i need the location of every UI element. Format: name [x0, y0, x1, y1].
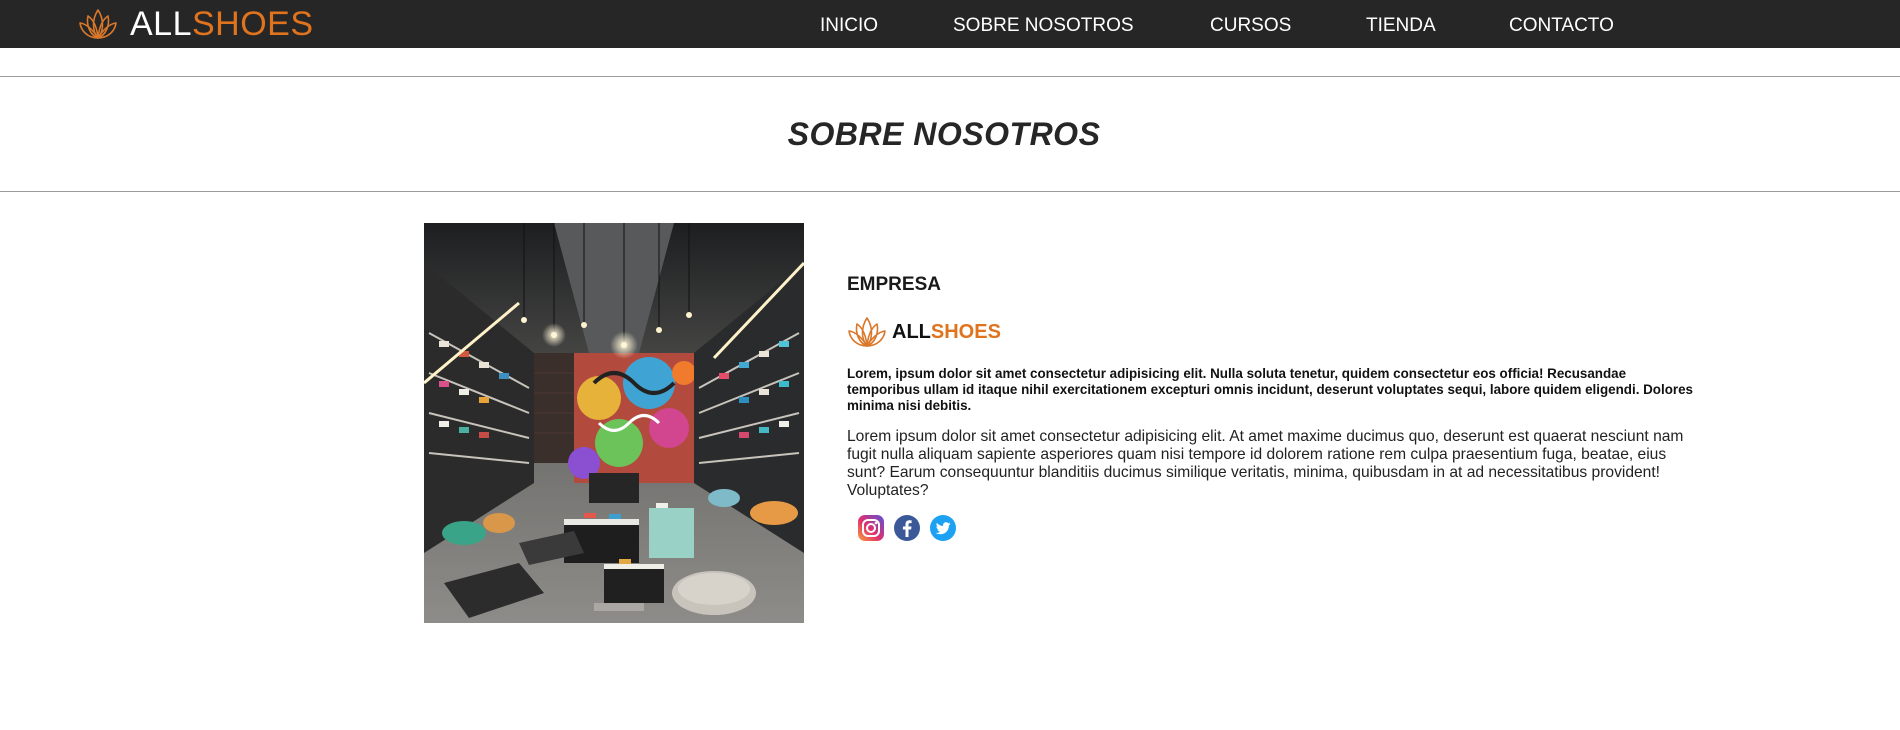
top-navbar: ALLSHOES INICIO SOBRE NOSOTROS CURSOS TI… [0, 0, 1900, 48]
company-logo: ALLSHOES [847, 314, 1699, 350]
brand-name: ALLSHOES [130, 6, 314, 42]
title-divider-bottom [0, 191, 1900, 192]
instagram-icon[interactable] [857, 514, 885, 542]
company-name-shoes: SHOES [930, 321, 1001, 343]
lotus-icon [848, 317, 886, 347]
brand-name-shoes: SHOES [192, 5, 314, 43]
title-divider-top [0, 76, 1900, 77]
lead-paragraph: Lorem, ipsum dolor sit amet consectetur … [847, 366, 1693, 413]
nav-item-cursos[interactable]: CURSOS [1210, 0, 1291, 48]
nav-item-inicio[interactable]: INICIO [820, 0, 878, 48]
about-content: EMPRESA ALLSHOES Lorem, ipsum dolor sit … [847, 272, 1699, 542]
facebook-icon[interactable] [893, 514, 921, 542]
company-name: ALLSHOES [892, 320, 1001, 344]
lotus-icon [79, 9, 117, 39]
nav-item-sobre-nosotros[interactable]: SOBRE NOSOTROS [953, 0, 1134, 48]
section-heading: EMPRESA [847, 274, 941, 295]
body-paragraph: Lorem ipsum dolor sit amet consectetur a… [847, 428, 1684, 499]
store-interior-illustration [424, 223, 804, 623]
company-name-all: ALL [892, 321, 931, 343]
page-title: SOBRE NOSOTROS [787, 116, 1101, 152]
brand-name-all: ALL [130, 5, 192, 43]
nav-item-contacto[interactable]: CONTACTO [1509, 0, 1614, 48]
twitter-icon[interactable] [929, 514, 957, 542]
nav-item-tienda[interactable]: TIENDA [1366, 0, 1436, 48]
store-image [424, 223, 804, 623]
brand-logo-link[interactable]: ALLSHOES [78, 6, 314, 42]
social-links [857, 514, 1699, 542]
